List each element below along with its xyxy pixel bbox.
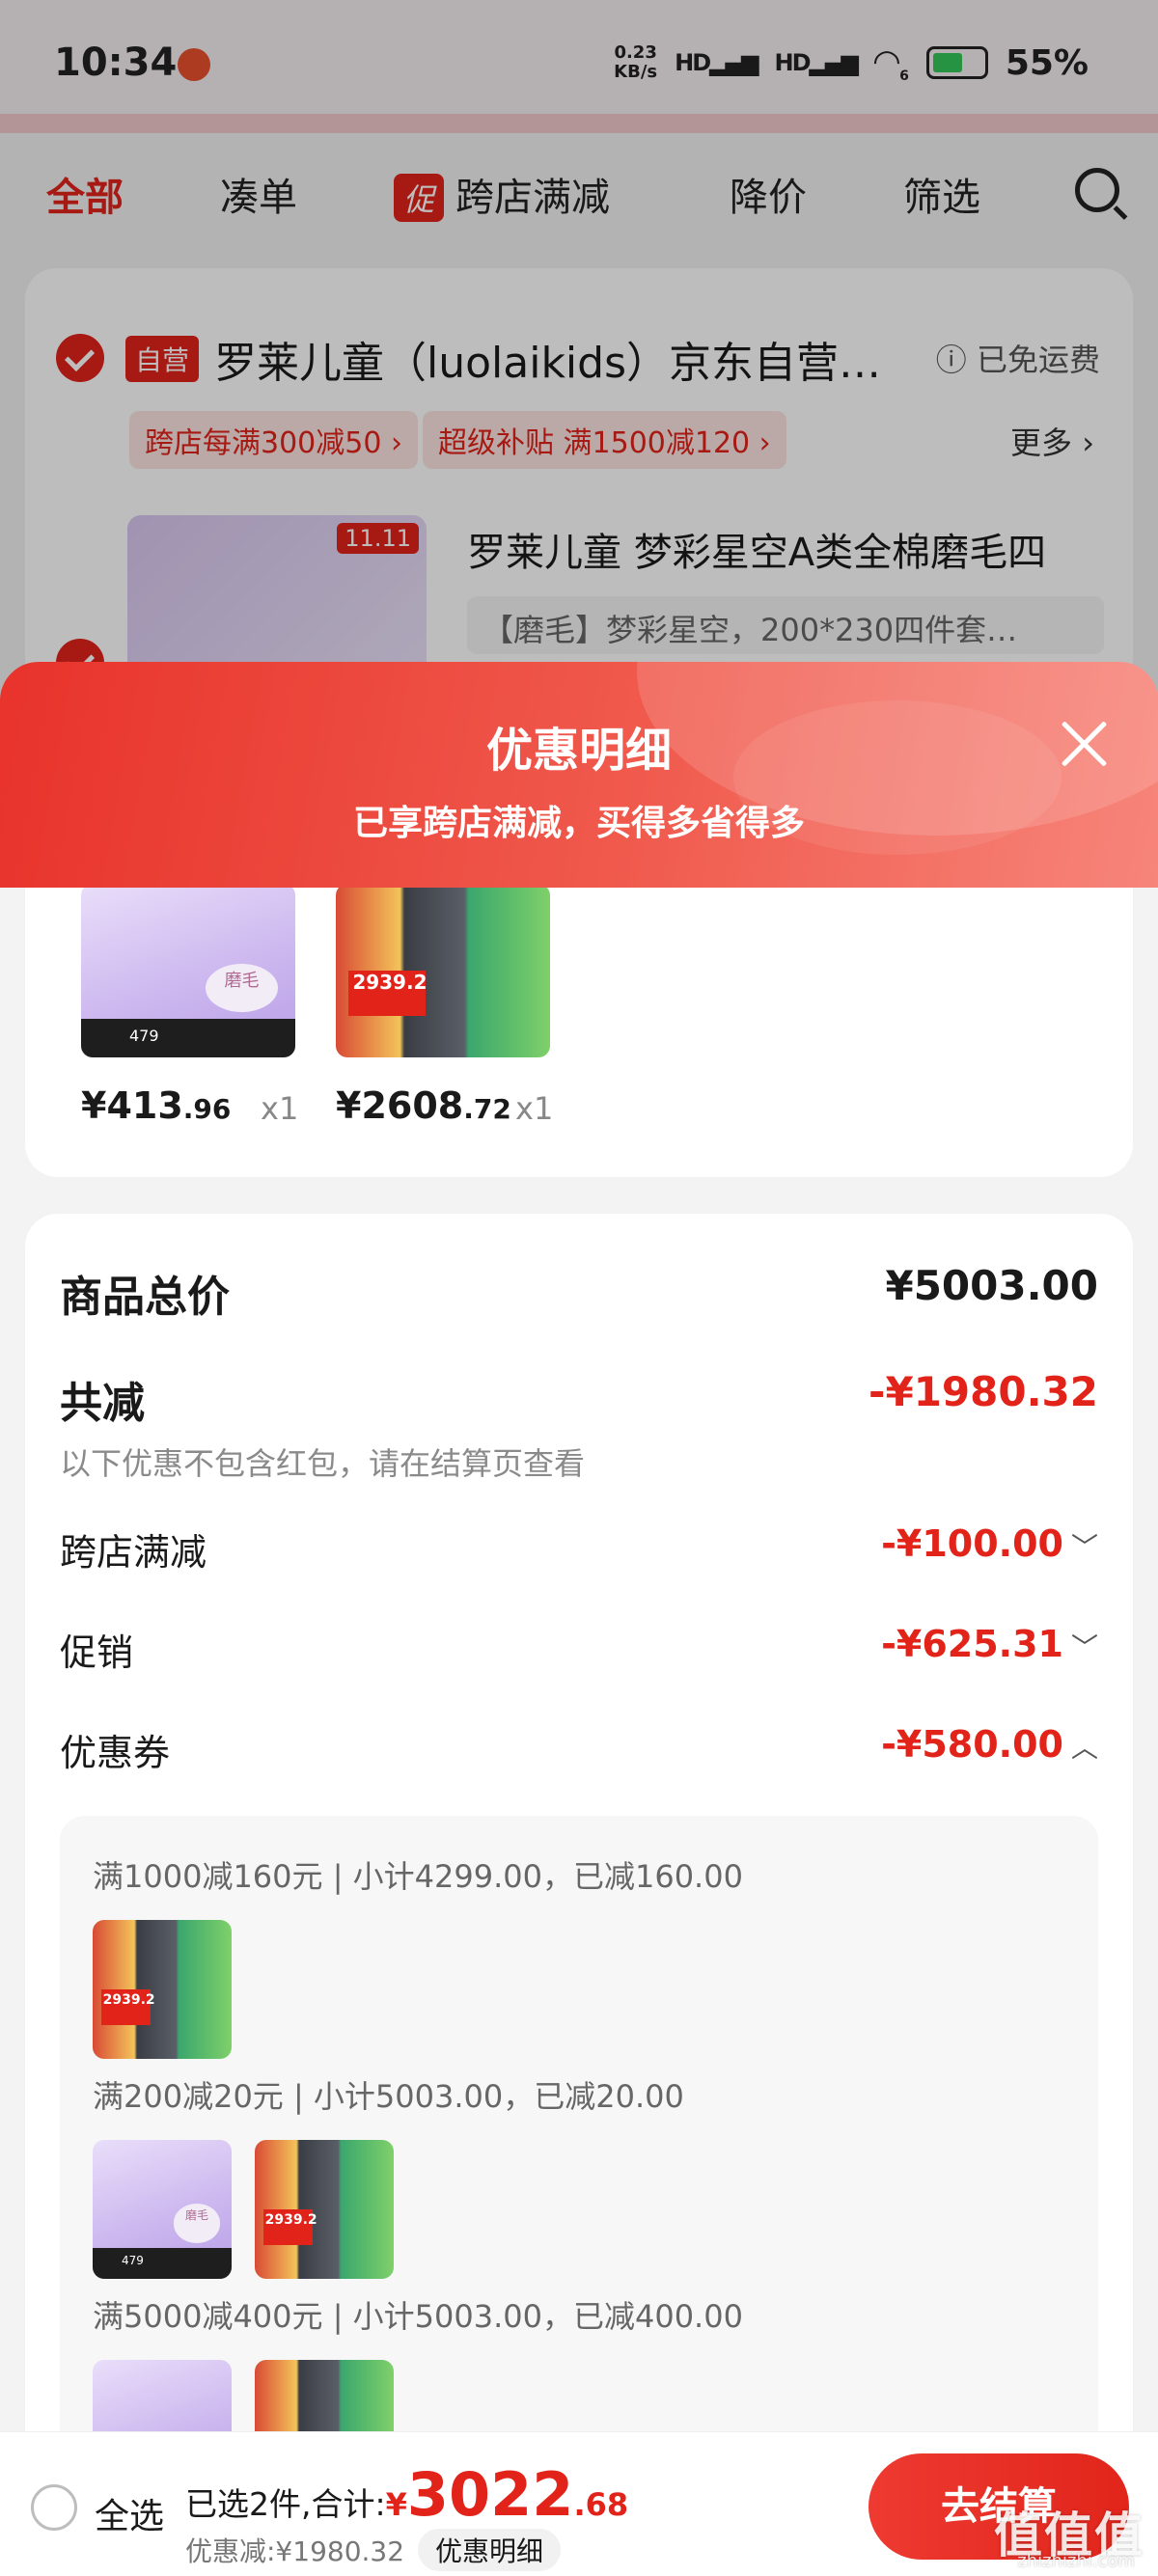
product-thumb-fridge: 2939.2 <box>93 1920 232 2059</box>
chevron-down-icon: ﹀ <box>1070 1531 1098 1563</box>
chevron-up-icon: ︿ <box>1070 1732 1098 1764</box>
reduce-value: -¥1980.32 <box>868 1368 1098 1415</box>
discount-detail-button[interactable]: 优惠明细 <box>418 2529 562 2571</box>
total-price-row: 商品总价 ¥5003.00 <box>60 1262 1098 1322</box>
product-thumb-bedding <box>93 2360 232 2431</box>
sheet-subtitle: 已享跨店满减，买得多省得多 <box>352 804 805 843</box>
product-thumb-fridge: 2939.2 <box>255 2140 394 2279</box>
cross-store-label: 跨店满减 <box>60 1531 207 1574</box>
select-all-label[interactable]: 全选 <box>95 2488 164 2538</box>
coupon-value: -¥580.00 ︿ <box>881 1723 1098 1766</box>
cross-store-value: -¥100.00 ﹀ <box>881 1522 1098 1565</box>
chevron-down-icon: ﹀ <box>1070 1631 1098 1663</box>
goods-qty: x1 <box>515 1090 554 1127</box>
total-price-value: ¥5003.00 <box>885 1262 1098 1309</box>
product-thumb-fridge: 2939.2 <box>336 888 550 1057</box>
promotion-label: 促销 <box>60 1631 134 1674</box>
goods-qty: x1 <box>261 1090 299 1127</box>
order-summary: 已选2件,合计:¥3022.68 <box>185 2459 629 2530</box>
reduce-label: 共减 <box>60 1379 145 1428</box>
coupon-line: 满200减20元 | 小计5003.00，已减20.00 <box>93 2078 684 2115</box>
product-thumb-bedding: 磨毛 479 <box>93 2140 232 2279</box>
order-total: ¥3022.68 <box>385 2459 629 2530</box>
reduce-row: 共减 -¥1980.32 <box>60 1368 1098 1428</box>
watermark-url: zhizhizhi.com <box>1017 2551 1135 2571</box>
discount-sheet-body: 磨毛 479 2939.2 ¥413.96 x1 ¥2608.72 x1 商品总… <box>0 888 1158 2431</box>
coupon-label: 优惠券 <box>60 1732 171 1774</box>
coupon-line: 满5000减400元 | 小计5003.00，已减400.00 <box>93 2298 743 2335</box>
reduce-note: 以下优惠不包含红包，请在结算页查看 <box>60 1445 586 1482</box>
cross-store-row[interactable]: 跨店满减 -¥100.00 ﹀ <box>60 1522 1098 1576</box>
discount-detail-card: 商品总价 ¥5003.00 共减 -¥1980.32 以下优惠不包含红包，请在结… <box>25 1214 1133 2431</box>
promotion-value: -¥625.31 ﹀ <box>881 1623 1098 1665</box>
goods-price: ¥413.96 <box>81 1084 232 1127</box>
select-all-checkbox[interactable] <box>31 2484 77 2531</box>
promotion-row[interactable]: 促销 -¥625.31 ﹀ <box>60 1623 1098 1677</box>
product-thumb-fridge <box>255 2360 394 2431</box>
sheet-title: 优惠明细 <box>485 724 672 778</box>
coupon-breakdown: 满1000减160元 | 小计4299.00，已减160.00 2939.2 满… <box>60 1816 1098 2431</box>
close-icon[interactable] <box>1058 718 1110 770</box>
discount-sheet-header: 优惠明细 已享跨店满减，买得多省得多 <box>0 662 1158 888</box>
goods-price: ¥2608.72 <box>336 1084 511 1127</box>
checkout-bar: 全选 已选2件,合计:¥3022.68 优惠减:¥1980.32 优惠明细 去结算 <box>0 2431 1158 2576</box>
discount-summary: 优惠减:¥1980.32 优惠明细 <box>185 2529 562 2571</box>
selected-goods-card: 磨毛 479 2939.2 ¥413.96 x1 ¥2608.72 x1 <box>25 888 1133 1177</box>
total-price-label: 商品总价 <box>60 1273 230 1322</box>
product-thumb-bedding: 磨毛 479 <box>81 888 295 1057</box>
coupon-row[interactable]: 优惠券 -¥580.00 ︿ <box>60 1723 1098 1777</box>
coupon-line: 满1000减160元 | 小计4299.00，已减160.00 <box>93 1858 743 1895</box>
